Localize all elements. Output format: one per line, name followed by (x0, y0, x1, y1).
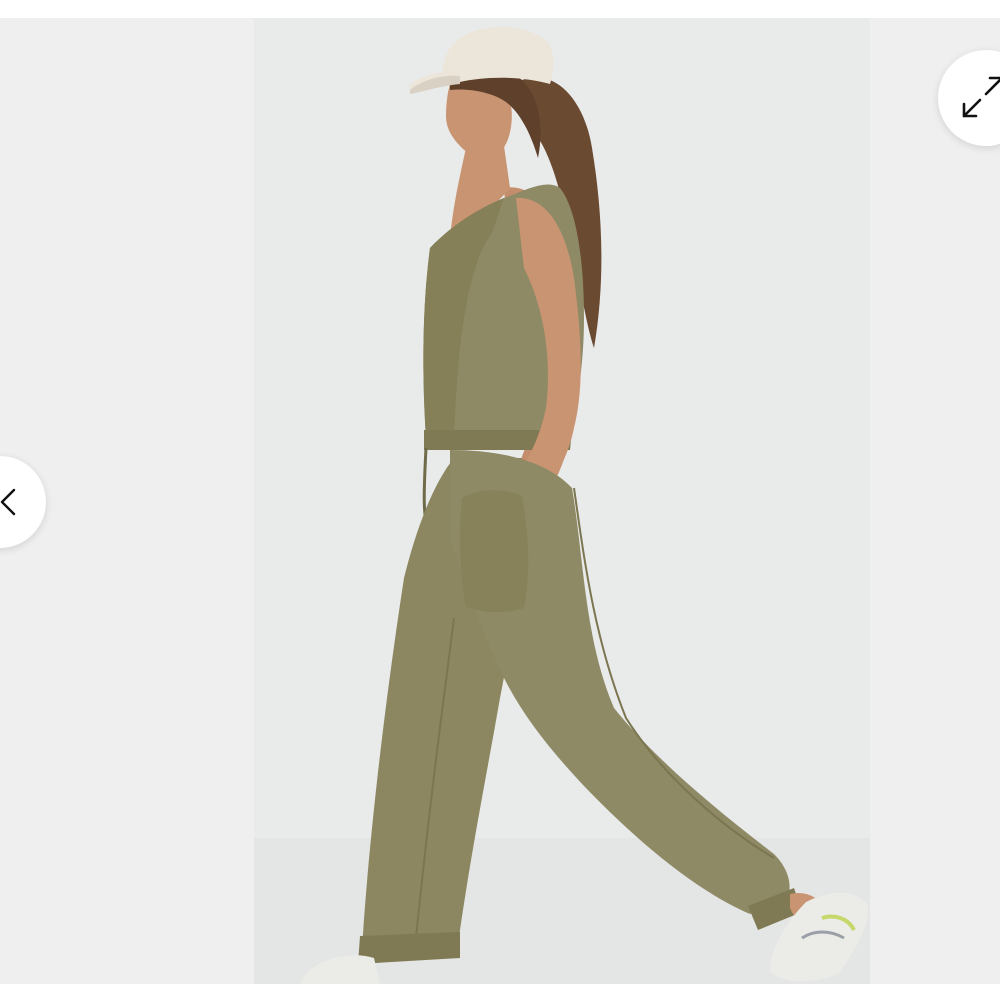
expand-arrows-icon (962, 76, 1000, 118)
product-image-panel (254, 18, 870, 984)
next-image-peek (870, 18, 1000, 984)
image-viewer (0, 0, 1000, 1000)
product-photo (254, 18, 870, 984)
chevron-left-icon (0, 488, 16, 516)
